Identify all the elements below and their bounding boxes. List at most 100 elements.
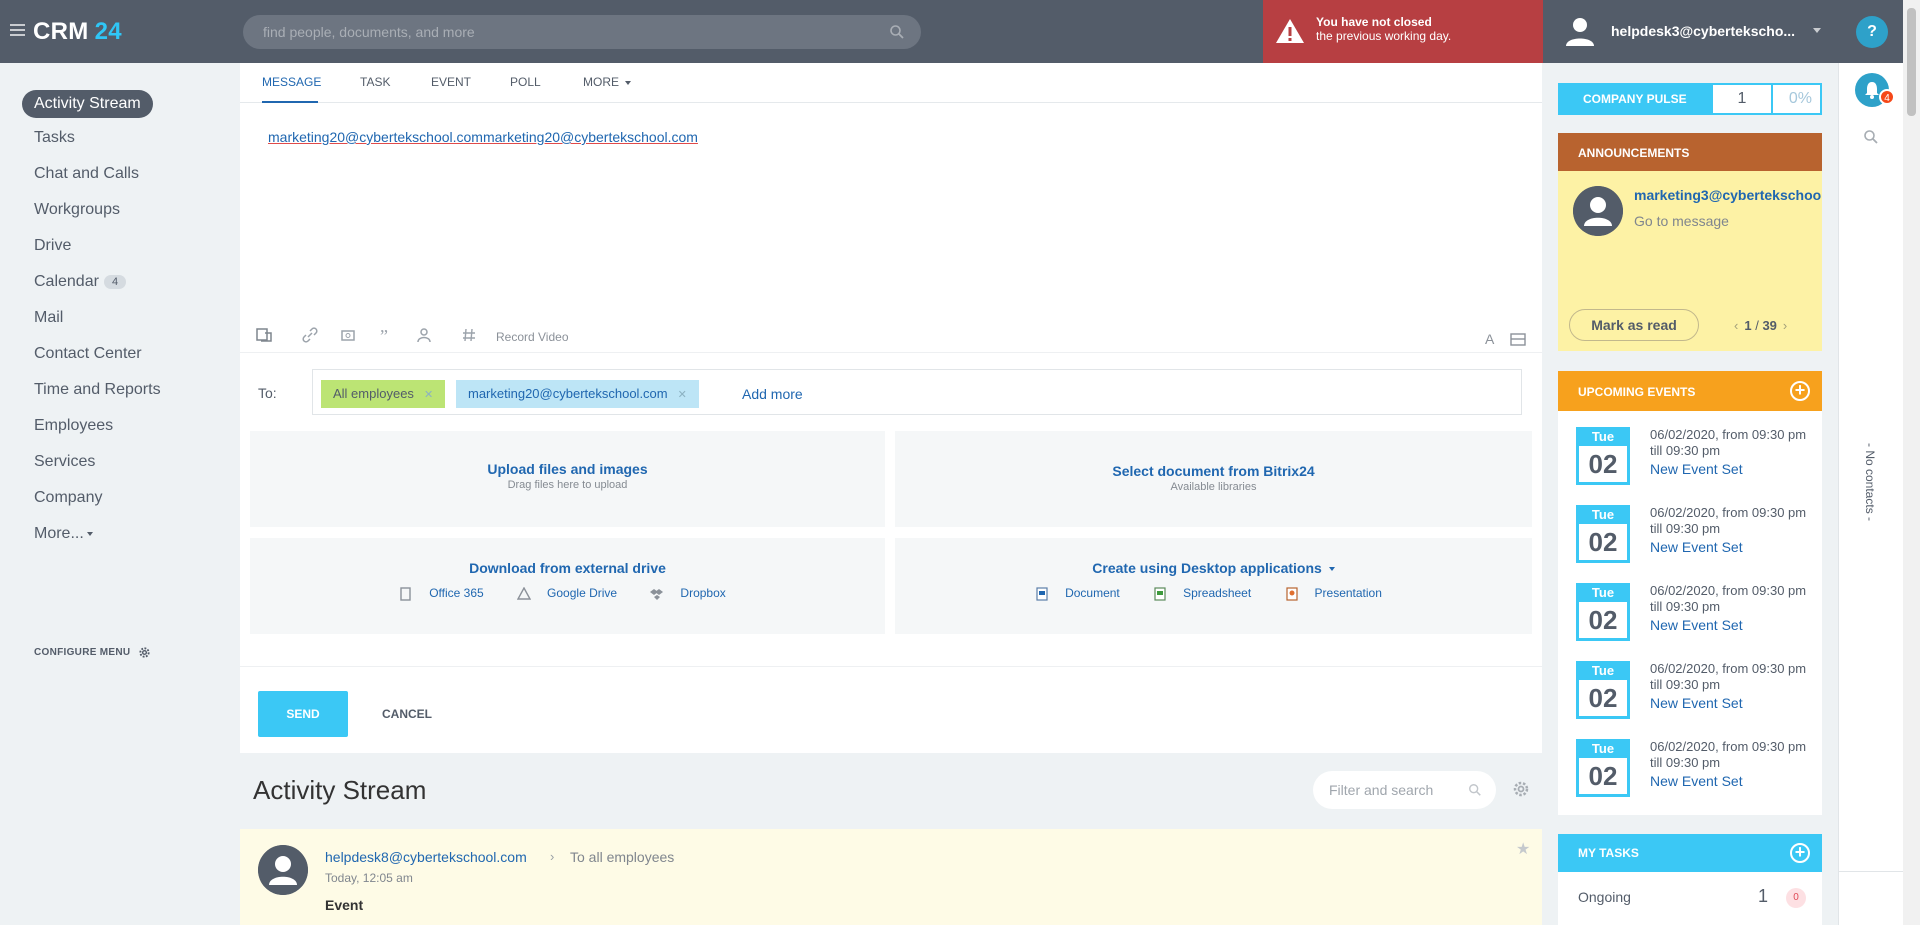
add-task-plus-icon[interactable]: + bbox=[1790, 843, 1810, 863]
event-item: Tue 02 06/02/2020, from 09:30 pm till 09:… bbox=[1576, 661, 1816, 721]
tab-event[interactable]: EVENT bbox=[431, 75, 471, 89]
event-title-link[interactable]: New Event Set bbox=[1650, 539, 1743, 555]
logo[interactable]: CRM 24 bbox=[33, 18, 122, 46]
event-title-link[interactable]: New Event Set bbox=[1650, 617, 1743, 633]
sidebar-item-services[interactable]: Services bbox=[34, 453, 95, 471]
announcement-author-link[interactable]: marketing3@cybertekschool.com bbox=[1634, 187, 1822, 203]
sidebar-item-mail[interactable]: Mail bbox=[34, 309, 63, 327]
sidebar-item-tasks[interactable]: Tasks bbox=[34, 129, 75, 147]
configure-menu-label: CONFIGURE MENU bbox=[34, 647, 131, 659]
hashtag-icon[interactable] bbox=[462, 327, 476, 343]
tab-more[interactable]: MORE bbox=[583, 75, 632, 89]
close-icon[interactable]: ✕ bbox=[678, 389, 687, 401]
configure-menu[interactable]: CONFIGURE MENU bbox=[34, 646, 151, 659]
spreadsheet-icon bbox=[1154, 587, 1166, 601]
upcoming-events-label: UPCOMING EVENTS bbox=[1578, 385, 1696, 399]
close-icon[interactable]: ✕ bbox=[424, 389, 433, 401]
page-scrollbar[interactable] bbox=[1903, 0, 1920, 925]
sidebar-item-calendar[interactable]: Calendar 4 bbox=[34, 273, 127, 291]
company-pulse-label: COMPANY PULSE bbox=[1583, 92, 1687, 106]
event-day-of-week: Tue bbox=[1579, 586, 1627, 602]
post-destination[interactable]: To all employees bbox=[570, 849, 674, 865]
dropbox-link[interactable]: Dropbox bbox=[650, 586, 735, 600]
office365-link[interactable]: Office 365 bbox=[399, 586, 493, 601]
tab-poll[interactable]: POLL bbox=[510, 75, 541, 89]
company-pulse[interactable]: COMPANY PULSE 1 0% bbox=[1558, 83, 1822, 115]
go-to-message-link[interactable]: Go to message bbox=[1634, 213, 1729, 229]
recipients-field[interactable]: All employees ✕ marketing20@cybertekschoo… bbox=[312, 369, 1522, 415]
select-document-area[interactable]: Select document from Bitrix24 Available … bbox=[895, 431, 1532, 527]
search-icon[interactable] bbox=[1468, 783, 1482, 797]
composer-divider bbox=[240, 666, 1542, 667]
menu-burger-icon[interactable] bbox=[10, 24, 25, 39]
announcements-header: ANNOUNCEMENTS bbox=[1558, 133, 1822, 171]
message-editor[interactable]: marketing20@cybertekschool.commarketing2… bbox=[268, 129, 698, 145]
create-document-link[interactable]: Document bbox=[1035, 586, 1130, 601]
event-title-link[interactable]: New Event Set bbox=[1650, 773, 1743, 789]
sidebar-item-workgroups[interactable]: Workgroups bbox=[34, 201, 120, 219]
filter-search-input[interactable] bbox=[1313, 771, 1463, 809]
recipient-chip-label: All employees bbox=[333, 386, 414, 401]
event-title-link[interactable]: New Event Set bbox=[1650, 695, 1743, 711]
send-button[interactable]: SEND bbox=[258, 691, 348, 737]
my-tasks-label: MY TASKS bbox=[1578, 846, 1639, 860]
chevron-left-icon[interactable]: ‹ bbox=[1734, 318, 1738, 333]
search-icon[interactable] bbox=[1863, 129, 1879, 145]
sidebar-item-contact-center[interactable]: Contact Center bbox=[34, 345, 142, 363]
sidebar-item-activity-stream[interactable]: Activity Stream bbox=[22, 90, 153, 118]
create-presentation-link[interactable]: Presentation bbox=[1285, 586, 1392, 601]
google-drive-icon bbox=[517, 586, 532, 600]
notifications-button[interactable]: 4 bbox=[1855, 73, 1895, 107]
workday-warning[interactable]: You have not closed the previous working… bbox=[1263, 0, 1543, 63]
svg-text:”: ” bbox=[380, 327, 388, 343]
author-avatar-icon[interactable] bbox=[258, 845, 308, 895]
search-icon[interactable] bbox=[889, 24, 905, 40]
sidebar-item-company[interactable]: Company bbox=[34, 489, 102, 507]
video-icon[interactable] bbox=[340, 327, 356, 343]
recipient-chip[interactable]: marketing20@cybertekschool.com ✕ bbox=[456, 380, 699, 408]
user-menu[interactable]: helpdesk3@cybertekscho... bbox=[1543, 0, 1839, 63]
star-icon[interactable]: ★ bbox=[1516, 839, 1530, 859]
cancel-button[interactable]: CANCEL bbox=[382, 707, 432, 721]
sidebar-item-drive[interactable]: Drive bbox=[34, 237, 71, 255]
link-icon[interactable] bbox=[302, 327, 318, 343]
user-name: helpdesk3@cybertekscho... bbox=[1611, 23, 1796, 39]
desktop-apps-dropdown[interactable]: Create using Desktop applications bbox=[895, 560, 1532, 576]
help-button[interactable]: ? bbox=[1856, 16, 1888, 48]
editor-panel-icon[interactable] bbox=[1510, 333, 1526, 347]
my-tasks-summary[interactable]: Ongoing 1 0 bbox=[1558, 872, 1822, 925]
sidebar-item-more[interactable]: More... bbox=[34, 525, 93, 543]
post-time[interactable]: Today, 12:05 am bbox=[325, 871, 413, 885]
select-document-title: Select document from Bitrix24 bbox=[1112, 463, 1315, 479]
calendar-date-icon: Tue 02 bbox=[1576, 661, 1630, 719]
add-event-plus-icon[interactable]: + bbox=[1790, 381, 1810, 401]
presentation-label: Presentation bbox=[1314, 586, 1382, 600]
external-drive-title[interactable]: Download from external drive bbox=[250, 560, 885, 576]
tab-task[interactable]: TASK bbox=[360, 75, 390, 89]
mark-as-read-button[interactable]: Mark as read bbox=[1569, 309, 1699, 341]
create-spreadsheet-link[interactable]: Spreadsheet bbox=[1153, 586, 1261, 601]
gear-icon[interactable] bbox=[1512, 780, 1530, 798]
text-format-icon[interactable]: A bbox=[1483, 331, 1497, 347]
global-search-input[interactable] bbox=[243, 15, 843, 49]
left-sidebar: Activity Stream Tasks Chat and Calls Wor… bbox=[0, 63, 240, 925]
event-title-link[interactable]: New Event Set bbox=[1650, 461, 1743, 477]
upload-files-area[interactable]: Upload files and images Drag files here … bbox=[250, 431, 885, 527]
google-drive-link[interactable]: Google Drive bbox=[517, 586, 627, 600]
sidebar-item-employees[interactable]: Employees bbox=[34, 417, 113, 435]
post-author-link[interactable]: helpdesk8@cybertekschool.com bbox=[325, 849, 527, 865]
post-composer: MESSAGE TASK EVENT POLL MORE marketing20… bbox=[240, 63, 1542, 753]
recipient-chip[interactable]: All employees ✕ bbox=[321, 380, 446, 408]
scrollbar-thumb[interactable] bbox=[1907, 8, 1916, 116]
quote-icon[interactable]: ” bbox=[378, 327, 394, 343]
chevron-right-icon[interactable]: › bbox=[1783, 318, 1787, 333]
tasks-ongoing-count: 1 bbox=[1758, 886, 1769, 906]
tab-message[interactable]: MESSAGE bbox=[262, 75, 321, 89]
sidebar-item-chat[interactable]: Chat and Calls bbox=[34, 165, 139, 183]
record-video-button[interactable]: Record Video bbox=[496, 330, 569, 344]
mention-user-icon[interactable] bbox=[416, 327, 432, 343]
sidebar-item-time-reports[interactable]: Time and Reports bbox=[34, 381, 161, 399]
attach-file-icon[interactable] bbox=[256, 327, 274, 343]
add-more-recipients-link[interactable]: Add more bbox=[742, 386, 803, 402]
top-header: CRM24 You have not closed the previous w… bbox=[0, 0, 1903, 63]
